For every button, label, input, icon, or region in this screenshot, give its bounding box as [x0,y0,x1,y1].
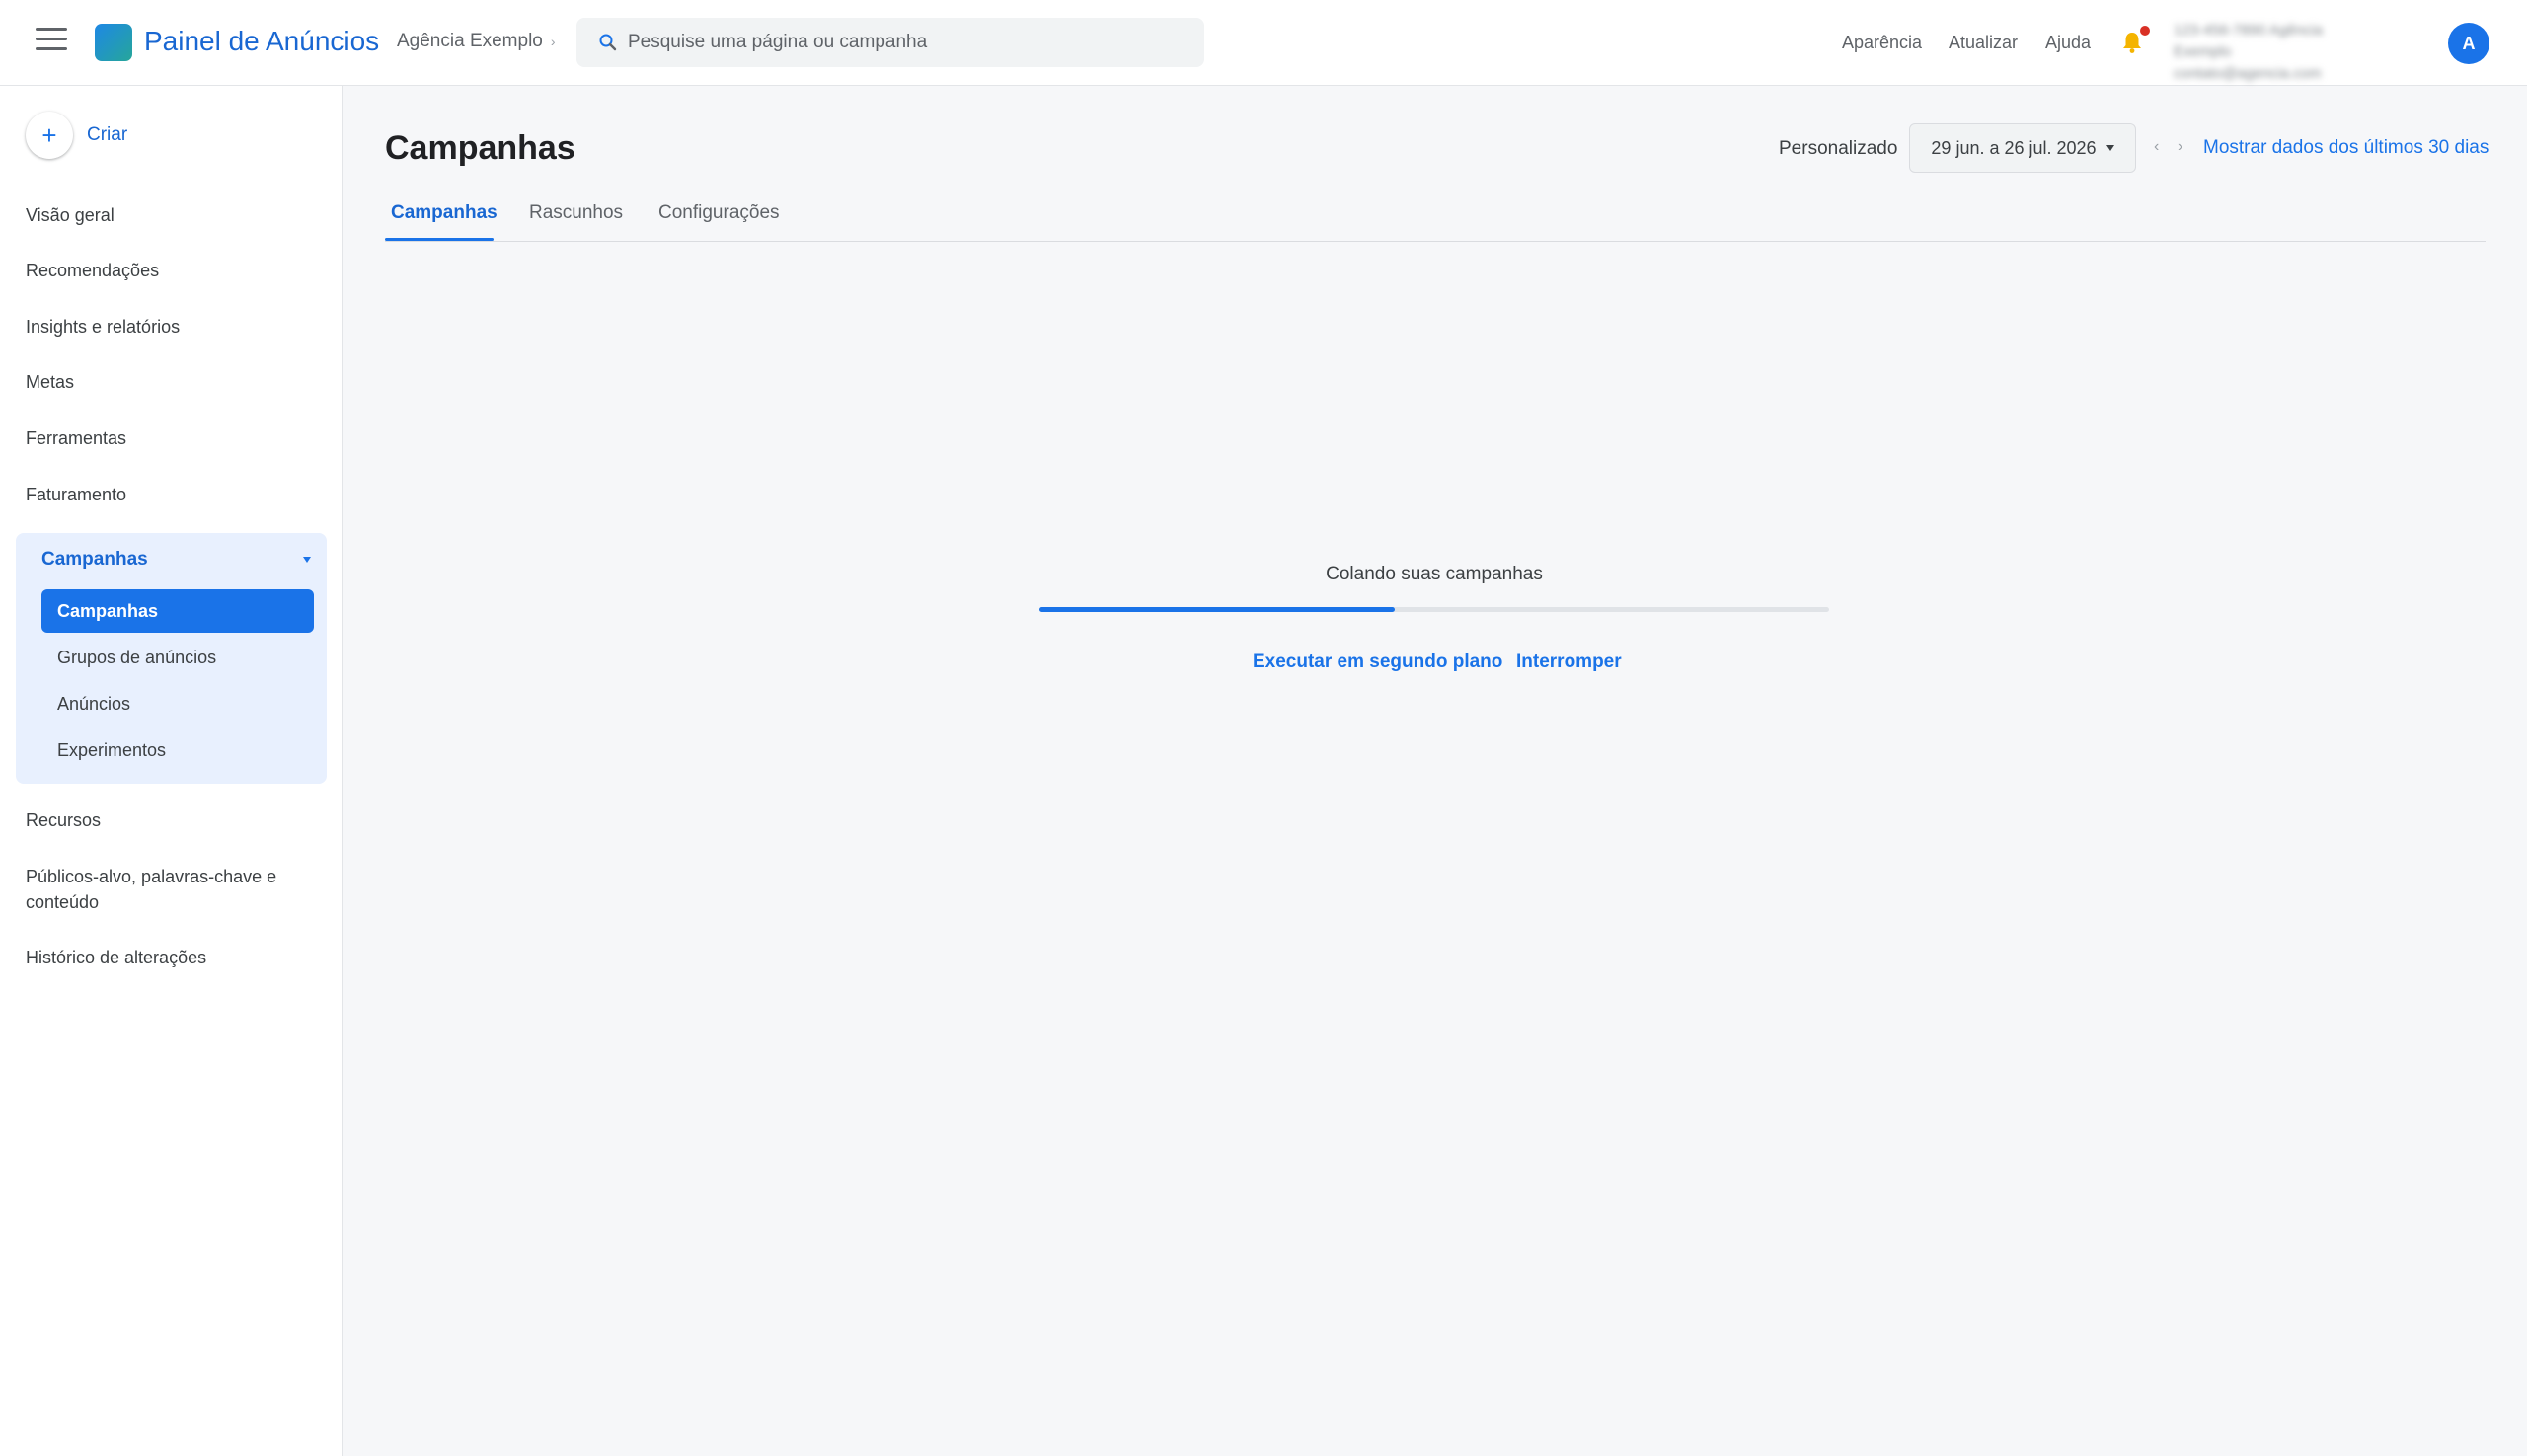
search-input[interactable] [628,18,1190,67]
date-range-picker[interactable]: 29 jun. a 26 jul. 2026 [1909,123,2136,173]
create-button[interactable]: + Criar [26,112,127,159]
account-info-line: Exemplo [2174,43,2232,60]
chevron-right-icon: › [550,34,556,49]
sidebar-subitem-ads[interactable]: Anúncios [41,682,314,726]
sidebar-item-tools[interactable]: Ferramentas [26,425,126,451]
loading-message: Colando suas campanhas [1326,564,1543,584]
appearance-link[interactable]: Aparência [1842,33,1922,53]
create-label: Criar [87,124,128,145]
date-range-value: 29 jun. a 26 jul. 2026 [1931,137,2097,158]
notification-badge [2140,26,2150,36]
sidebar-item-insights[interactable]: Insights e relatórios [26,314,180,340]
account-info: 123-456-7890 Agência Exemplo contato@age… [2174,20,2361,85]
account-info-line: 123-456-7890 Agência [2174,22,2323,38]
tab-settings[interactable]: Configurações [658,202,780,242]
top-bar: Painel de Anúncios Agência Exemplo › Apar… [0,0,2527,86]
help-link[interactable]: Ajuda [2045,33,2091,53]
show-last-30-days-link[interactable]: Mostrar dados dos últimos 30 dias [2203,137,2489,159]
notifications-bell-icon[interactable] [2120,26,2150,55]
refresh-link[interactable]: Atualizar [1949,33,2018,53]
search-icon [599,34,617,51]
tab-campaigns[interactable]: Campanhas [391,202,498,242]
tab-label: Campanhas [391,202,498,223]
progress-bar-fill [1039,607,1395,612]
sidebar: + Criar Visão geral Recomendações Insigh… [0,86,343,1456]
account-name: Agência Exemplo [397,31,543,51]
search-box [576,18,1204,67]
sidebar-item-goals[interactable]: Metas [26,369,74,395]
sidebar-item-overview[interactable]: Visão geral [26,202,115,228]
sidebar-subitem-campaigns[interactable]: Campanhas [41,589,314,633]
account-breadcrumb[interactable]: Agência Exemplo › [397,31,556,52]
hamburger-menu-icon[interactable] [36,28,67,51]
account-info-line: contato@agencia.com [2174,65,2322,82]
sidebar-group-title[interactable]: Campanhas [41,549,148,571]
sidebar-item-recommendations[interactable]: Recomendações [26,258,159,283]
sidebar-item-change-history[interactable]: Histórico de alterações [26,945,206,970]
sidebar-subitem-experiments[interactable]: Experimentos [41,728,314,772]
active-tab-indicator [385,238,494,241]
tab-drafts[interactable]: Rascunhos [529,202,623,242]
prev-period-icon[interactable]: ‹ [2154,138,2159,156]
date-range-label: Personalizado [1779,138,1898,159]
sidebar-subitem-ad-groups[interactable]: Grupos de anúncios [41,636,314,679]
sidebar-item-audiences[interactable]: Públicos-alvo, palavras-chave e conteúdo [26,864,312,915]
app-logo [95,24,132,61]
stop-link[interactable]: Interromper [1516,651,1622,673]
tab-bar: Campanhas Rascunhos Configurações [385,192,2486,242]
avatar[interactable]: A [2448,23,2489,64]
caret-down-icon[interactable] [303,557,311,563]
run-in-background-link[interactable]: Executar em segundo plano [1253,651,1502,673]
next-period-icon[interactable]: › [2178,138,2182,156]
progress-bar [1039,607,1829,612]
caret-down-icon [2106,145,2114,151]
page-title: Campanhas [385,129,575,167]
sidebar-item-billing[interactable]: Faturamento [26,482,126,507]
sidebar-item-assets[interactable]: Recursos [26,807,101,833]
app-title: Painel de Anúncios [144,26,380,56]
plus-icon: + [26,112,73,159]
